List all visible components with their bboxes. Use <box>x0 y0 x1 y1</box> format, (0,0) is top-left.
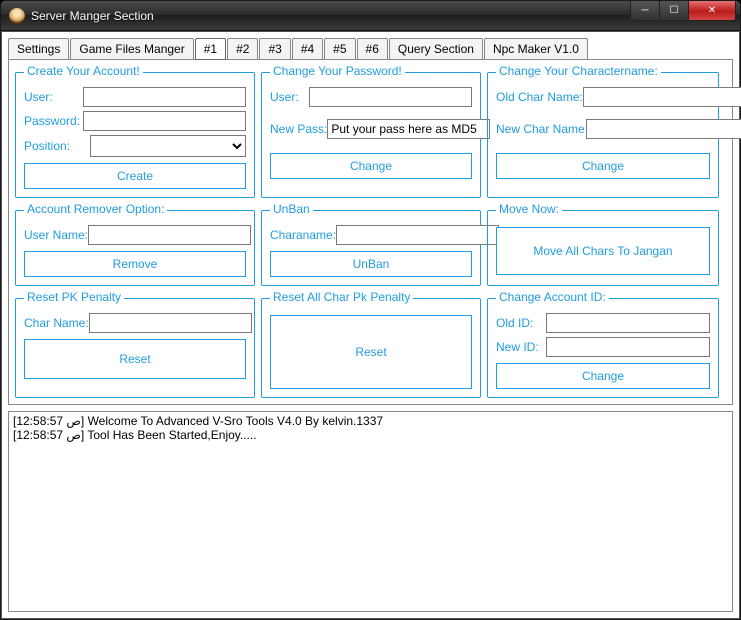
group-title: Move Now: <box>496 202 562 216</box>
charname-new-input[interactable] <box>586 119 741 139</box>
tab-2[interactable]: #2 <box>227 38 258 60</box>
group-title: Change Your Charactername: <box>496 64 661 78</box>
groups-grid: Create Your Account! User: Password: Pos… <box>15 66 726 398</box>
group-title: Account Remover Option: <box>24 202 167 216</box>
label-old-char: Old Char Name: <box>496 90 583 104</box>
resetall-button[interactable]: Reset <box>270 315 472 389</box>
label-charname: Char Name: <box>24 316 89 330</box>
changepw-user-input[interactable] <box>309 87 472 107</box>
accountid-old-input[interactable] <box>546 313 710 333</box>
accountid-change-button[interactable]: Change <box>496 363 710 389</box>
label-user: User: <box>270 90 309 104</box>
group-change-charname: Change Your Charactername: Old Char Name… <box>487 72 719 198</box>
tab-6[interactable]: #6 <box>357 38 388 60</box>
client-area: Settings Game Files Manger #1 #2 #3 #4 #… <box>1 31 740 619</box>
tab-3[interactable]: #3 <box>259 38 290 60</box>
app-icon <box>9 8 25 24</box>
label-old-id: Old ID: <box>496 316 546 330</box>
group-account-remover: Account Remover Option: User Name: Remov… <box>15 210 255 286</box>
group-change-account-id: Change Account ID: Old ID: New ID: Chang… <box>487 298 719 398</box>
minimize-button[interactable]: ─ <box>630 1 660 21</box>
label-new-pass: New Pass: <box>270 122 327 136</box>
window-controls: ─ ☐ ✕ <box>631 1 736 21</box>
tab-npc-maker[interactable]: Npc Maker V1.0 <box>484 38 588 60</box>
tab-panel: Create Your Account! User: Password: Pos… <box>8 59 733 405</box>
resetpk-charname-input[interactable] <box>89 313 252 333</box>
resetpk-button[interactable]: Reset <box>24 339 246 379</box>
unban-button[interactable]: UnBan <box>270 251 472 277</box>
changepw-button[interactable]: Change <box>270 153 472 179</box>
log-output[interactable]: [12:58:57 ص] Welcome To Advanced V-Sro T… <box>8 411 733 612</box>
label-charaname: Charaname: <box>270 228 336 242</box>
group-title: Change Your Password! <box>270 64 405 78</box>
tab-4[interactable]: #4 <box>292 38 323 60</box>
maximize-button[interactable]: ☐ <box>659 1 689 21</box>
label-user: User: <box>24 90 83 104</box>
label-new-char: New Char Name: <box>496 122 586 136</box>
tab-1[interactable]: #1 <box>195 38 226 60</box>
create-password-input[interactable] <box>83 111 246 131</box>
tabstrip: Settings Game Files Manger #1 #2 #3 #4 #… <box>8 38 733 60</box>
move-all-button[interactable]: Move All Chars To Jangan <box>496 227 710 275</box>
charname-change-button[interactable]: Change <box>496 153 710 179</box>
group-title: Reset PK Penalty <box>24 290 124 304</box>
group-reset-all-pk: Reset All Char Pk Penalty Reset <box>261 298 481 398</box>
changepw-newpass-input[interactable] <box>327 119 490 139</box>
create-user-input[interactable] <box>83 87 246 107</box>
group-title: Create Your Account! <box>24 64 143 78</box>
titlebar: Server Manger Section ─ ☐ ✕ <box>1 1 740 31</box>
unban-charaname-input[interactable] <box>336 225 499 245</box>
group-unban: UnBan Charaname: UnBan <box>261 210 481 286</box>
group-change-password: Change Your Password! User: New Pass: Ch… <box>261 72 481 198</box>
group-title: Change Account ID: <box>496 290 609 304</box>
group-create-account: Create Your Account! User: Password: Pos… <box>15 72 255 198</box>
tab-5[interactable]: #5 <box>324 38 355 60</box>
charname-old-input[interactable] <box>583 87 741 107</box>
app-window: Server Manger Section ─ ☐ ✕ Settings Gam… <box>0 0 741 620</box>
remove-button[interactable]: Remove <box>24 251 246 277</box>
group-move-now: Move Now: Move All Chars To Jangan <box>487 210 719 286</box>
tab-settings[interactable]: Settings <box>8 38 69 60</box>
label-username: User Name: <box>24 228 88 242</box>
group-title: UnBan <box>270 202 313 216</box>
label-position: Position: <box>24 139 90 153</box>
tab-game-files-manger[interactable]: Game Files Manger <box>70 38 193 60</box>
label-password: Password: <box>24 114 83 128</box>
group-title: Reset All Char Pk Penalty <box>270 290 413 304</box>
window-title: Server Manger Section <box>31 9 154 23</box>
label-new-id: New ID: <box>496 340 546 354</box>
close-button[interactable]: ✕ <box>688 1 736 21</box>
tab-query-section[interactable]: Query Section <box>389 38 483 60</box>
group-reset-pk: Reset PK Penalty Char Name: Reset <box>15 298 255 398</box>
accountid-new-input[interactable] <box>546 337 710 357</box>
remover-username-input[interactable] <box>88 225 251 245</box>
create-position-combo[interactable] <box>90 135 246 157</box>
create-button[interactable]: Create <box>24 163 246 189</box>
